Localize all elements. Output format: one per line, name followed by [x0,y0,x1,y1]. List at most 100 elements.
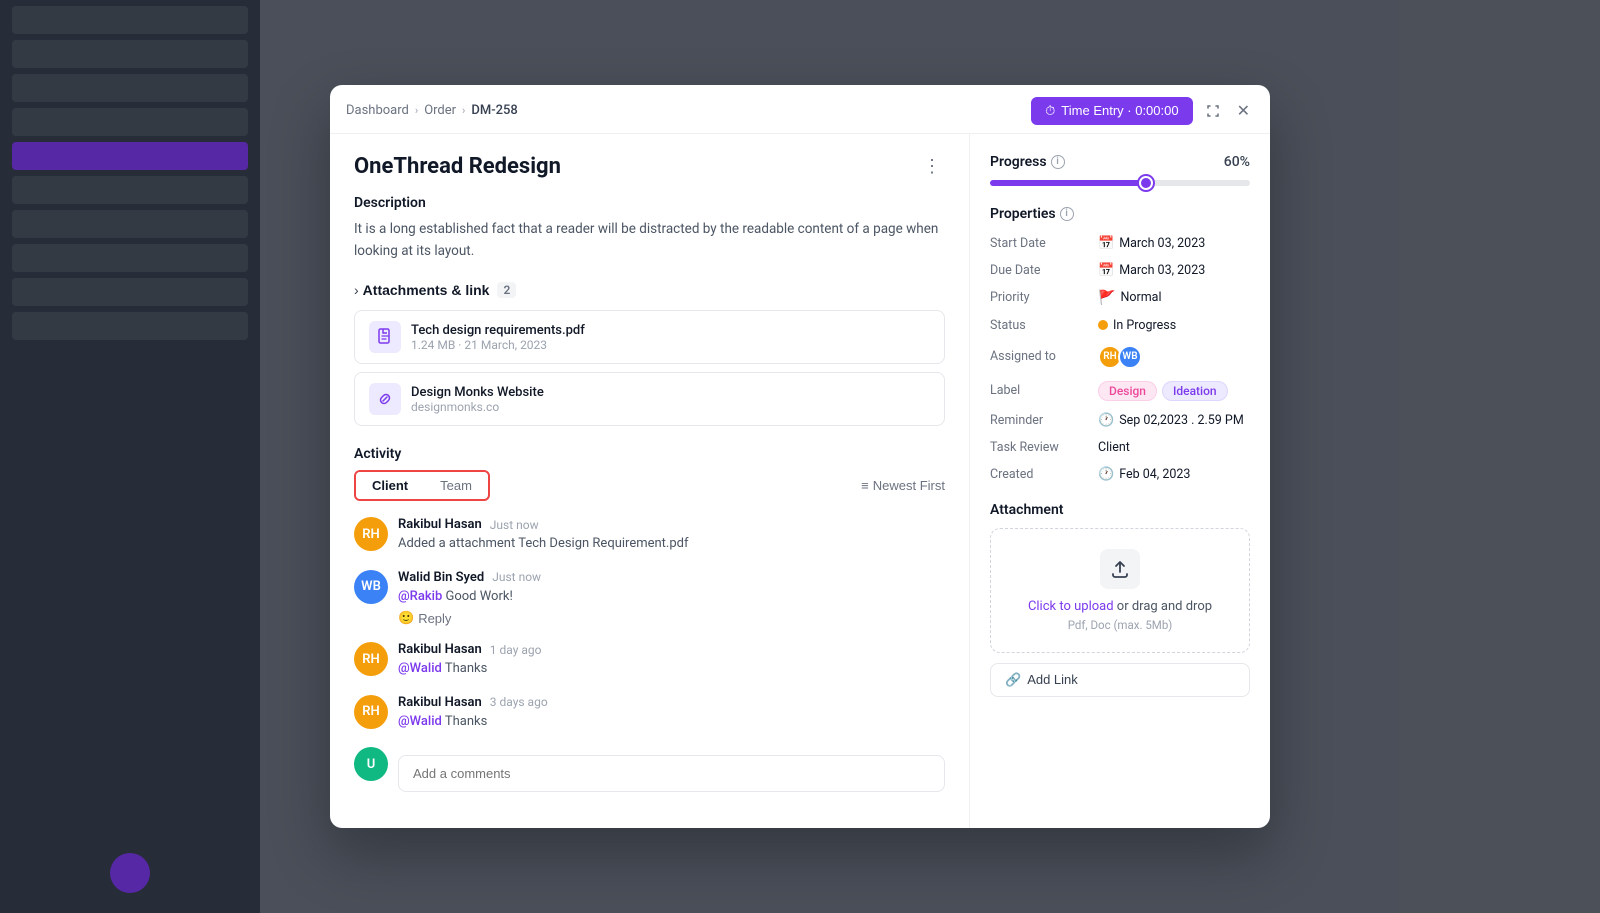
activity-content-1: Walid Bin Syed Just now @Rakib Good Work… [398,570,945,627]
activity-tabs-row: Client Team ≡ Newest First [354,470,945,501]
activity-item-1: WB Walid Bin Syed Just now @Rakib Good W… [354,570,945,627]
breadcrumb-dashboard[interactable]: Dashboard [346,103,409,118]
right-panel: Progress i 60% Properties [970,134,1270,828]
assignee-avatar-2: WB [1118,345,1142,369]
activity-header-2: Rakibul Hasan 1 day ago [398,642,945,657]
upload-box[interactable]: Click to upload or drag and drop Pdf, Do… [990,528,1250,653]
close-icon: ✕ [1237,101,1250,121]
progress-info-icon[interactable]: i [1051,155,1065,169]
description-label: Description [354,195,945,211]
attachment-link-meta: designmonks.co [411,400,544,414]
close-button[interactable]: ✕ [1233,97,1254,125]
activity-text-3: @Walid Thanks [398,712,945,732]
activity-header-1: Walid Bin Syed Just now [398,570,945,585]
link-icon-wrapper [369,383,401,415]
upload-clickable-text[interactable]: Click to upload [1028,599,1114,614]
calendar-icon-2: 📅 [1098,263,1114,278]
breadcrumb-order[interactable]: Order [424,103,456,118]
add-link-button[interactable]: 🔗 Add Link [990,663,1250,697]
prop-val-priority: 🚩 Normal [1098,290,1162,306]
label-tag-ideation[interactable]: Ideation [1162,381,1228,401]
prop-val-status: In Progress [1098,318,1176,333]
link-icon-add: 🔗 [1005,672,1021,688]
activity-header-3: Rakibul Hasan 3 days ago [398,695,945,710]
emoji-icon: 🙂 [398,610,414,626]
modal-header-actions: ⏱ Time Entry · 0:00:00 ✕ [1031,97,1254,125]
avatar-rakibul-1: RH [354,517,388,551]
attachment-item-link: Design Monks Website designmonks.co [354,372,945,426]
reply-button-1[interactable]: 🙂 Reply [398,610,451,626]
three-dot-menu-button[interactable]: ⋮ [919,154,945,179]
avatar-initials: RH [354,517,388,551]
clock-icon: ⏱ [1045,103,1055,119]
pdf-file-icon [376,328,394,346]
prop-key-assigned: Assigned to [990,349,1090,364]
task-modal: Dashboard › Order › DM-258 ⏱ Time Entry … [330,85,1270,828]
sort-label: Newest First [873,478,945,493]
activity-header-0: Rakibul Hasan Just now [398,517,945,532]
attachments-toggle-button[interactable]: › Attachments & link [354,282,489,298]
attachment-link-name: Design Monks Website [411,385,544,400]
attachments-count: 2 [497,282,516,298]
left-panel: OneThread Redesign ⋮ Description It is a… [330,134,970,828]
activity-text-1: @Rakib Good Work! [398,587,945,607]
progress-value: 60% [1224,154,1250,170]
task-title-row: OneThread Redesign ⋮ [354,154,945,179]
comment-input[interactable] [398,755,945,792]
activity-mention-2: @Walid [398,661,442,676]
activity-time-0: Just now [490,518,539,532]
activity-content-3: Rakibul Hasan 3 days ago @Walid Thanks [398,695,945,732]
activity-name-2: Rakibul Hasan [398,642,482,657]
modal-body: OneThread Redesign ⋮ Description It is a… [330,134,1270,828]
progress-section: Progress i 60% [990,154,1250,186]
time-entry-button[interactable]: ⏱ Time Entry · 0:00:00 [1031,97,1192,125]
prop-row-start-date: Start Date 📅 March 03, 2023 [990,236,1250,251]
tab-client[interactable]: Client [356,472,424,499]
activity-text-0: Added a attachment Tech Design Requireme… [398,534,945,554]
progress-bar-fill [990,180,1146,186]
comment-input-row: U [354,747,945,792]
sort-button[interactable]: ≡ Newest First [861,478,945,493]
task-title-text: OneThread Redesign [354,154,561,179]
tab-team[interactable]: Team [424,472,488,499]
prop-row-due-date: Due Date 📅 March 03, 2023 [990,263,1250,278]
prop-val-label: Design Ideation [1098,381,1228,401]
upload-icon [1100,549,1140,589]
expand-icon [1205,103,1221,119]
label-tag-design[interactable]: Design [1098,381,1157,401]
activity-item-2: RH Rakibul Hasan 1 day ago @Walid Thanks [354,642,945,679]
sort-icon: ≡ [861,478,869,493]
avatar-walid: WB [354,570,388,604]
assignee-avatars: RH WB [1098,345,1142,369]
add-link-label: Add Link [1027,672,1078,687]
clock-icon-3: 🕐 [1098,467,1114,482]
breadcrumb-chevron-2: › [462,104,465,117]
prop-row-status: Status In Progress [990,318,1250,333]
expand-button[interactable] [1201,99,1225,123]
attachment-pdf-info: Tech design requirements.pdf 1.24 MB · 2… [411,323,585,352]
prop-val-start-date: 📅 March 03, 2023 [1098,236,1205,251]
breadcrumb-chevron-1: › [415,104,418,117]
prop-key-reminder: Reminder [990,413,1090,428]
clock-icon-2: 🕐 [1098,413,1114,428]
prop-row-task-review: Task Review Client [990,440,1250,455]
prop-key-task-review: Task Review [990,440,1090,455]
prop-val-created: 🕐 Feb 04, 2023 [1098,467,1190,482]
activity-tabs-group: Client Team [354,470,490,501]
activity-time-2: 1 day ago [490,643,542,657]
prop-row-reminder: Reminder 🕐 Sep 02,2023 . 2.59 PM [990,413,1250,428]
properties-info-icon[interactable]: i [1060,207,1074,221]
activity-time-3: 3 days ago [490,695,548,709]
prop-key-label: Label [990,383,1090,398]
prop-key-start-date: Start Date [990,236,1090,251]
activity-item-3: RH Rakibul Hasan 3 days ago @Walid Thank… [354,695,945,732]
activity-content-2: Rakibul Hasan 1 day ago @Walid Thanks [398,642,945,679]
modal-header: Dashboard › Order › DM-258 ⏱ Time Entry … [330,85,1270,134]
avatar-initials: U [354,747,388,781]
attachment-link-info: Design Monks Website designmonks.co [411,385,544,414]
modal-overlay: Dashboard › Order › DM-258 ⏱ Time Entry … [0,0,1600,913]
progress-thumb [1139,176,1153,190]
progress-header: Progress i 60% [990,154,1250,170]
activity-mention-3: @Walid [398,714,442,729]
avatar-rakibul-2: RH [354,642,388,676]
